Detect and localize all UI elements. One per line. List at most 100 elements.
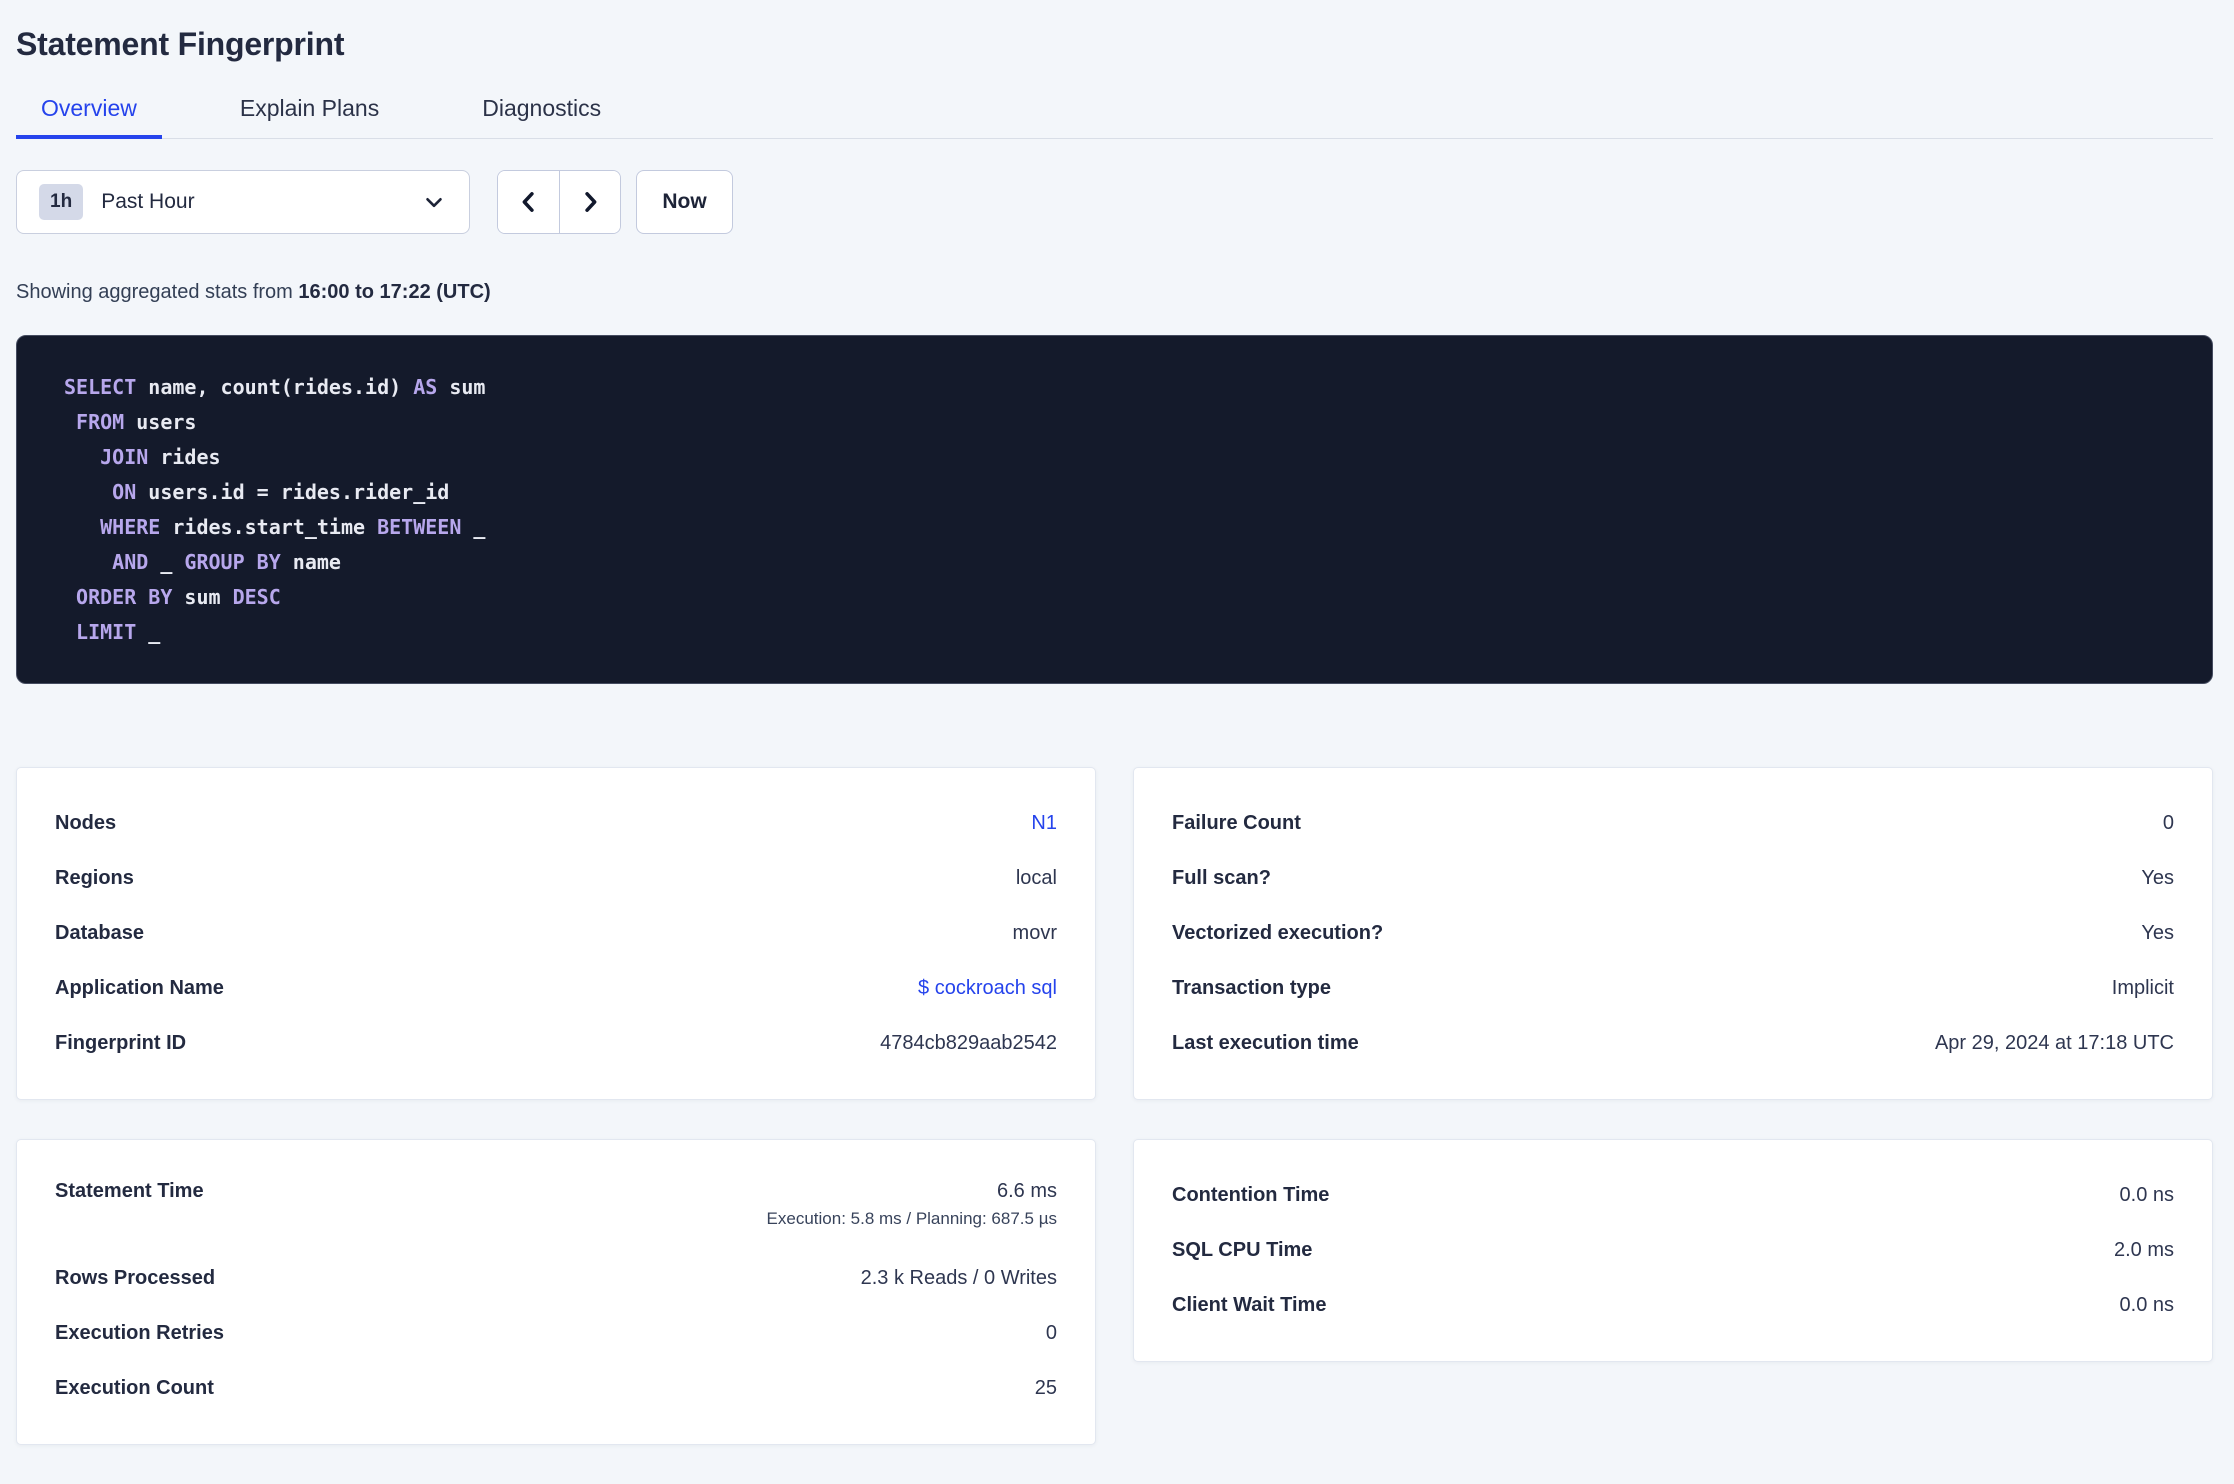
property-row: Database movr xyxy=(55,906,1057,961)
tab-overview[interactable]: Overview xyxy=(16,95,162,139)
property-value-wrap: Apr 29, 2024 at 17:18 UTC xyxy=(1935,1032,2174,1055)
sql-line: SELECT name, count(rides.id) AS sum xyxy=(64,370,2182,405)
property-value: movr xyxy=(1012,922,1057,944)
property-row: Application Name $ cockroach sql xyxy=(55,961,1057,1016)
execution-attributes-card: Failure Count 0 Full scan? Yes Vectorized ex… xyxy=(1133,767,2213,1100)
property-value: 0 xyxy=(1045,1322,1057,1344)
page-title: Statement Fingerprint xyxy=(16,26,345,62)
property-value: 0 xyxy=(2162,812,2174,834)
property-label: Failure Count xyxy=(1172,812,1301,834)
statement-details-card: Nodes N1 Regions local Database movr Applicati… xyxy=(16,767,1096,1100)
sql-keyword: JOIN xyxy=(100,445,149,469)
property-value: 6.6 ms xyxy=(996,1180,1057,1202)
property-value-wrap: 2.3 k Reads / 0 Writes xyxy=(861,1267,1057,1290)
sql-keyword: BETWEEN xyxy=(377,515,462,539)
sql-text: name, count(rides.id) xyxy=(136,375,414,399)
interval-badge: 1h xyxy=(39,184,84,220)
sql-keyword: AND xyxy=(112,550,149,574)
time-range-label: Past Hour xyxy=(101,190,195,213)
sql-keyword: FROM xyxy=(76,410,125,434)
property-value-wrap: 0.0 ns xyxy=(2120,1184,2174,1207)
property-label: Nodes xyxy=(55,812,117,834)
aggregated-stats-text: Showing aggregated stats from 16:00 to 1… xyxy=(16,281,2213,304)
property-value: 0.0 ns xyxy=(2119,1184,2174,1206)
property-value-wrap: N1 xyxy=(1031,812,1057,835)
property-row: Statement Time 6.6 ms Execution: 5.8 ms / … xyxy=(55,1168,1057,1251)
property-row: Failure Count 0 xyxy=(1172,796,2174,851)
property-row: SQL CPU Time 2.0 ms xyxy=(1172,1223,2174,1278)
property-value: Apr 29, 2024 at 17:18 UTC xyxy=(1934,1032,2174,1054)
property-value-wrap: 0 xyxy=(2163,812,2174,835)
property-value-wrap: movr xyxy=(1013,922,1057,945)
property-label: Contention Time xyxy=(1172,1184,1330,1206)
property-value-wrap: Yes xyxy=(2141,922,2174,945)
property-value: 2.0 ms xyxy=(2113,1239,2174,1261)
property-label: Fingerprint ID xyxy=(55,1032,187,1054)
wait-time-card: Contention Time 0.0 ns SQL CPU Time 2.0 ms C… xyxy=(1133,1139,2213,1362)
property-value-wrap: local xyxy=(1016,867,1057,890)
tab-diagnostics[interactable]: Diagnostics xyxy=(457,95,626,139)
sql-text: users xyxy=(124,410,197,434)
property-value: 25 xyxy=(1034,1377,1057,1399)
property-value-wrap: Yes xyxy=(2141,867,2174,890)
sql-text: name xyxy=(280,550,341,574)
sql-keyword: GROUP BY xyxy=(184,550,281,574)
property-value: Yes xyxy=(2141,922,2174,944)
property-label: Client Wait Time xyxy=(1172,1294,1327,1316)
sql-text: sum xyxy=(172,585,233,609)
property-row: Full scan? Yes xyxy=(1172,851,2174,906)
property-value-link[interactable]: N1 xyxy=(1031,812,1057,835)
property-value-wrap: Implicit xyxy=(2112,977,2174,1000)
statement-timing-card: Statement Time 6.6 ms Execution: 5.8 ms / … xyxy=(16,1139,1096,1445)
property-label: Rows Processed xyxy=(55,1267,216,1289)
property-value-wrap: 6.6 ms Execution: 5.8 ms / Planning: 687.… xyxy=(767,1180,1057,1229)
property-label: Last execution time xyxy=(1172,1032,1359,1054)
property-label: Execution Retries xyxy=(55,1322,224,1344)
property-label: Vectorized execution? xyxy=(1172,922,1384,944)
chevron-left-icon xyxy=(515,188,543,216)
property-label: SQL CPU Time xyxy=(1172,1239,1313,1261)
sql-line: JOIN rides xyxy=(64,440,2182,475)
property-label: Execution Count xyxy=(55,1377,214,1399)
chevron-down-icon xyxy=(421,189,447,215)
next-interval-button[interactable] xyxy=(559,171,620,233)
time-range-dropdown[interactable]: 1h Past Hour xyxy=(16,170,470,234)
now-button[interactable]: Now xyxy=(636,170,733,234)
property-value: 0.0 ns xyxy=(2119,1294,2174,1316)
sql-text: users.id = rides.rider_id xyxy=(136,480,450,504)
sql-keyword: SELECT xyxy=(64,375,137,399)
time-controls: 1h Past Hour Now xyxy=(16,170,2213,234)
chevron-right-icon xyxy=(576,188,604,216)
sql-keyword: ORDER BY xyxy=(76,585,173,609)
sql-line: AND _ GROUP BY name xyxy=(64,545,2182,580)
sql-keyword: ON xyxy=(112,480,137,504)
sql-statement-box: SELECT name, count(rides.id) AS sum FROM… xyxy=(16,335,2213,684)
sql-text: _ xyxy=(148,550,185,574)
property-subvalue: Execution: 5.8 ms / Planning: 687.5 µs xyxy=(766,1209,1057,1228)
sql-keyword: AS xyxy=(413,375,438,399)
property-label: Database xyxy=(55,922,144,944)
sql-line: LIMIT _ xyxy=(64,615,2182,650)
property-value-link[interactable]: $ cockroach sql xyxy=(918,977,1057,1000)
property-value: local xyxy=(1015,867,1057,889)
property-value: 4784cb829aab2542 xyxy=(880,1032,1057,1054)
sql-line: WHERE rides.start_time BETWEEN _ xyxy=(64,510,2182,545)
property-label: Regions xyxy=(55,867,134,889)
property-label: Transaction type xyxy=(1172,977,1331,999)
property-row: Fingerprint ID 4784cb829aab2542 xyxy=(55,1016,1057,1071)
property-row: Nodes N1 xyxy=(55,796,1057,851)
property-value-wrap: 4784cb829aab2542 xyxy=(880,1032,1057,1055)
property-label: Full scan? xyxy=(1172,867,1271,889)
property-label: Statement Time xyxy=(55,1180,204,1202)
previous-interval-button[interactable] xyxy=(498,171,559,233)
property-value-wrap: 0 xyxy=(1046,1322,1057,1345)
property-value-wrap: 25 xyxy=(1035,1377,1057,1400)
sql-line: ORDER BY sum DESC xyxy=(64,580,2182,615)
tab-bar: Overview Explain Plans Diagnostics xyxy=(16,95,2213,139)
property-row: Regions local xyxy=(55,851,1057,906)
tab-explain-plans[interactable]: Explain Plans xyxy=(215,95,404,139)
